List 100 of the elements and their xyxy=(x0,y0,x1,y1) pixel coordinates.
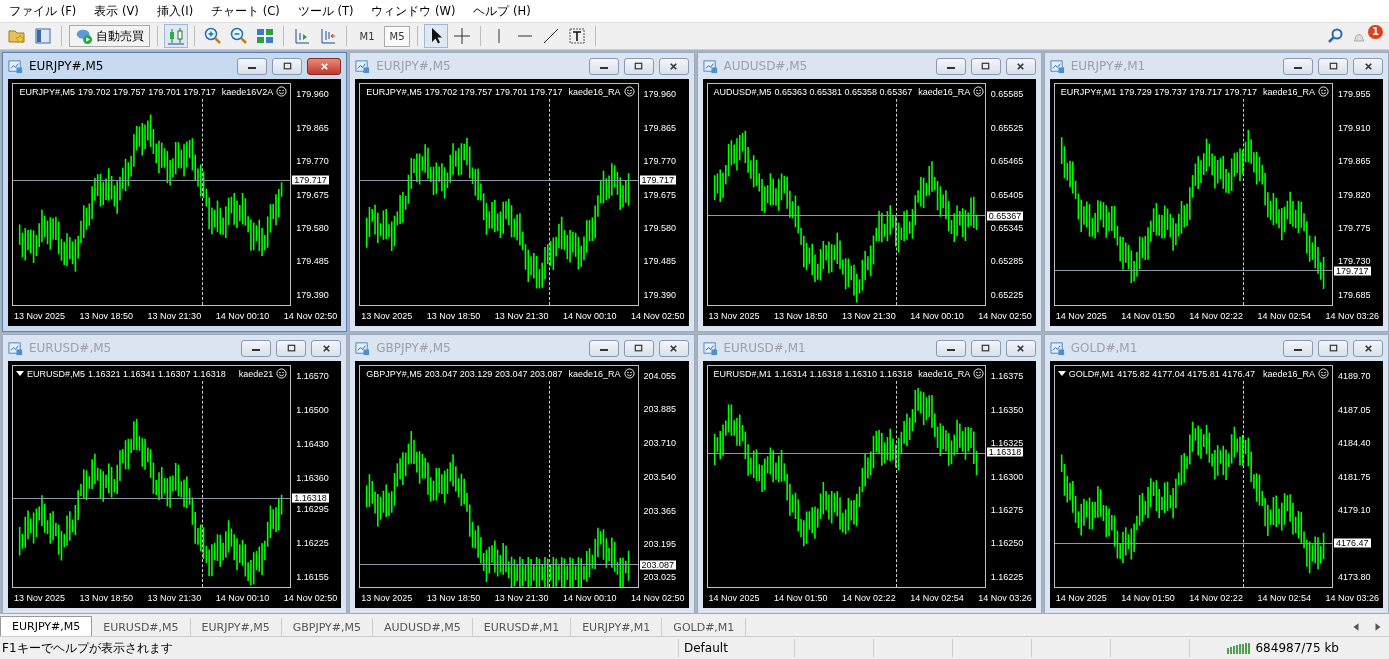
minimize-button[interactable] xyxy=(588,339,619,357)
close-button[interactable] xyxy=(658,57,689,75)
restore-button[interactable] xyxy=(623,339,654,357)
window-title: EURUSD#,M1 xyxy=(723,341,806,355)
chart-tab[interactable]: GBPJPY#,M5 xyxy=(281,618,374,636)
menu-item[interactable]: ヘルプ (H) xyxy=(464,3,540,19)
time-tick: 14 Nov 02:54 xyxy=(1257,311,1311,321)
chart-tab[interactable]: GOLD#,M1 xyxy=(662,618,747,636)
current-price-label: 179.717 xyxy=(1334,266,1371,276)
minimize-icon xyxy=(1294,349,1302,351)
chart-tab[interactable]: EURUSD#,M1 xyxy=(472,618,572,636)
window-icon[interactable] xyxy=(32,25,54,47)
chart-symbol: EURJPY#,M5 xyxy=(19,86,76,97)
close-icon xyxy=(1362,342,1374,354)
current-price-label: 1.16318 xyxy=(292,493,329,503)
current-price-label: 4176.47 xyxy=(1334,538,1371,548)
close-button[interactable] xyxy=(1005,339,1036,357)
menu-item[interactable]: 表示 (V) xyxy=(85,3,148,19)
time-tick: 14 Nov 02:50 xyxy=(978,311,1032,321)
price-tick: 4173.80 xyxy=(1337,572,1371,582)
price-tick: 0.65585 xyxy=(989,89,1024,99)
price-tick: 1.16350 xyxy=(989,405,1024,415)
minimize-button[interactable] xyxy=(588,57,619,75)
restore-icon xyxy=(285,342,297,354)
restore-button[interactable] xyxy=(276,339,307,357)
price-tick: 4181.75 xyxy=(1337,472,1371,481)
chart-tab[interactable]: AUDUSD#,M5 xyxy=(373,618,473,636)
chart-tab[interactable]: EURJPY#,M1 xyxy=(571,618,663,636)
profile-name: Default xyxy=(678,639,794,657)
minimize-button[interactable] xyxy=(241,339,272,357)
close-button[interactable] xyxy=(307,57,342,75)
price-tick: 179.960 xyxy=(295,89,329,99)
chart-window-icon xyxy=(702,340,718,356)
price-tick: 203.365 xyxy=(642,506,677,516)
menu-item[interactable]: ウィンドウ (W) xyxy=(362,3,465,19)
price-tick: 179.910 xyxy=(1337,123,1371,133)
menu-item[interactable]: ツール (T) xyxy=(288,3,363,19)
restore-icon xyxy=(633,342,644,354)
restore-button[interactable] xyxy=(1318,57,1348,75)
restore-button[interactable] xyxy=(623,57,654,75)
restore-icon xyxy=(1327,60,1339,72)
restore-button[interactable] xyxy=(272,57,303,75)
time-tick: 14 Nov 00:10 xyxy=(562,311,617,321)
restore-button[interactable] xyxy=(970,339,1001,357)
close-button[interactable] xyxy=(1353,57,1383,75)
price-tick: 179.730 xyxy=(1337,256,1371,266)
chart-symbol: EURUSD#,M5 xyxy=(27,368,85,379)
close-icon xyxy=(1015,60,1027,72)
restore-button[interactable] xyxy=(970,57,1001,75)
minimize-button[interactable] xyxy=(1283,57,1313,75)
chart-tab[interactable]: EURJPY#,M5 xyxy=(190,618,282,636)
chart-window-icon xyxy=(1049,58,1065,74)
price-tick: 204.055 xyxy=(642,371,677,381)
chart-window-icon xyxy=(1049,340,1065,356)
time-tick: 14 Nov 03:26 xyxy=(978,593,1032,603)
text-label-icon[interactable] xyxy=(566,25,588,47)
price-tick: 0.65465 xyxy=(989,156,1024,166)
scroll-left-icon[interactable] xyxy=(1351,622,1361,632)
auto-trading-button[interactable]: 自動売買 xyxy=(69,25,150,47)
time-tick: 13 Nov 2025 xyxy=(361,593,413,603)
window-title: AUDUSD#,M5 xyxy=(723,59,808,73)
timeframe-button[interactable]: M5 xyxy=(384,25,410,47)
chart-tab[interactable]: EURUSD#,M5 xyxy=(92,618,191,636)
time-tick: 14 Nov 03:26 xyxy=(1325,311,1379,321)
restore-button[interactable] xyxy=(1318,339,1348,357)
chart-window-icon xyxy=(702,58,718,74)
timeframe-button[interactable]: M1 xyxy=(354,25,380,47)
chart-tab[interactable]: EURJPY#,M5 xyxy=(0,616,93,636)
price-tick: 0.65405 xyxy=(989,190,1024,199)
candlestick-icon[interactable] xyxy=(165,25,187,47)
ohlc-values: 203.047 203.129 203.047 203.087 xyxy=(424,368,563,379)
menu-item[interactable]: チャート (C) xyxy=(202,3,289,19)
time-tick: 14 Nov 2025 xyxy=(708,593,760,603)
minimize-button[interactable] xyxy=(237,57,268,75)
price-tick: 0.65525 xyxy=(989,123,1024,133)
expert-advisor-name: kaede16_RA xyxy=(568,86,621,97)
close-button[interactable] xyxy=(311,339,342,357)
scroll-right-icon[interactable] xyxy=(1373,622,1383,632)
minimize-icon xyxy=(946,67,955,69)
restore-icon xyxy=(633,60,644,72)
menu-item[interactable]: 挿入(I) xyxy=(147,3,203,19)
price-tick: 179.770 xyxy=(642,156,677,166)
current-price-label: 179.717 xyxy=(292,175,329,185)
notification-badge: 1 xyxy=(1368,25,1383,39)
ohlc-values: 179.729 179.737 179.717 179.717 xyxy=(1119,86,1257,97)
smiley-icon xyxy=(276,368,288,379)
chart-window-icon xyxy=(355,58,371,74)
minimize-button[interactable] xyxy=(1283,339,1313,357)
minimize-button[interactable] xyxy=(935,339,966,357)
close-button[interactable] xyxy=(658,339,689,357)
menu-item[interactable]: ファイル (F) xyxy=(0,3,86,19)
price-tick: 179.675 xyxy=(642,190,677,199)
minimize-button[interactable] xyxy=(935,57,966,75)
price-tick: 179.685 xyxy=(1337,290,1371,300)
time-tick: 14 Nov 02:54 xyxy=(1257,593,1311,603)
price-tick: 203.885 xyxy=(642,404,677,414)
smiley-icon xyxy=(973,86,985,97)
close-button[interactable] xyxy=(1005,57,1036,75)
close-button[interactable] xyxy=(1353,339,1383,357)
cursor-icon[interactable] xyxy=(425,25,447,47)
